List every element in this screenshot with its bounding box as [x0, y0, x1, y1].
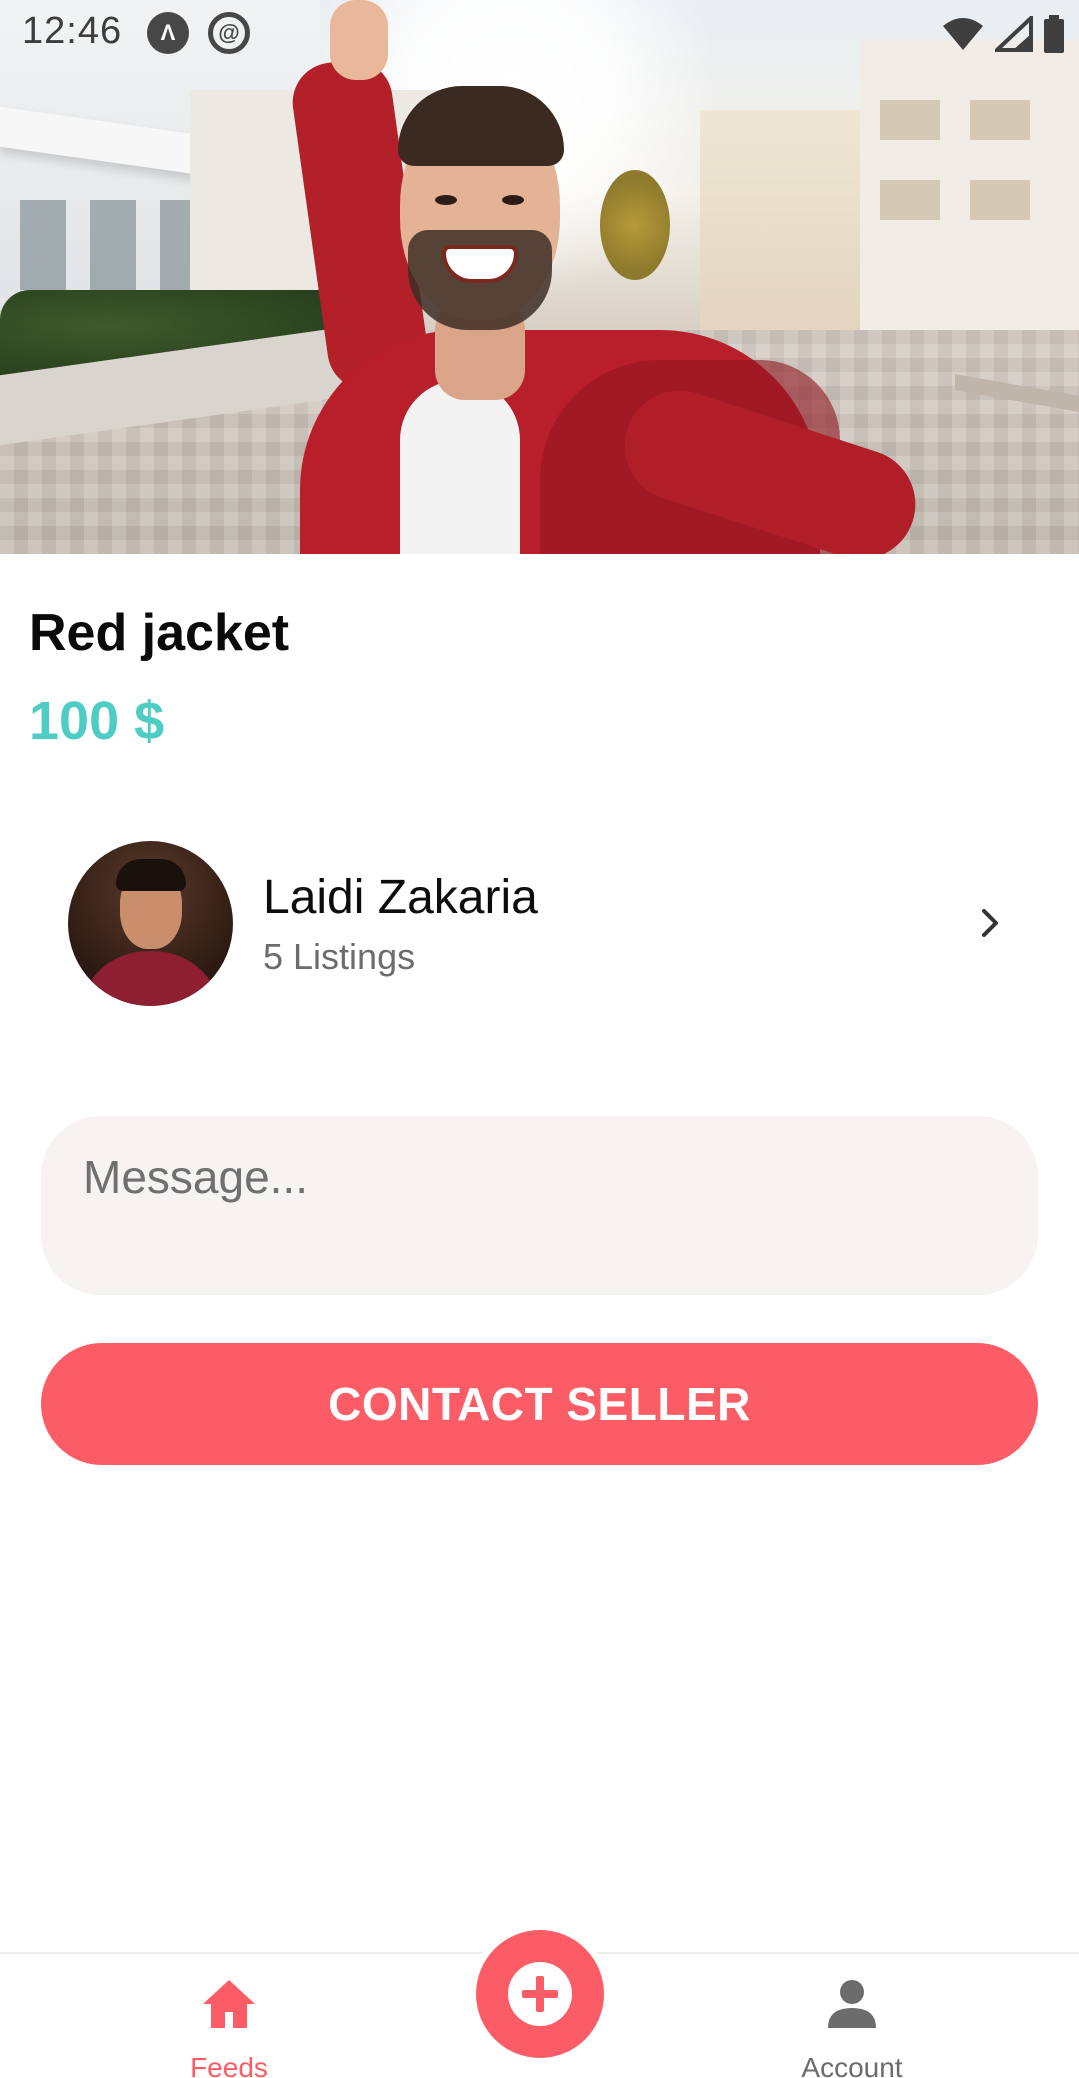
expo-icon: Λ — [147, 12, 189, 54]
signal-icon — [995, 16, 1033, 52]
tab-account[interactable]: Account — [732, 1954, 972, 2078]
wifi-icon — [943, 18, 983, 50]
tab-feeds[interactable]: Feeds — [109, 1954, 349, 2078]
seller-listings-count: 5 Listings — [263, 936, 416, 977]
system-icons — [941, 14, 1065, 54]
listing-price: 100 $ — [29, 691, 165, 751]
person-in-red-jacket — [287, 0, 930, 554]
battery-icon — [1044, 15, 1064, 53]
tab-feeds-label: Feeds — [190, 2052, 268, 2078]
message-input[interactable] — [41, 1116, 1038, 1295]
listing-details-screen: 12:46 Λ @ Red jacket 100 $ Laidi Zakaria — [0, 0, 1079, 2078]
plus-circle-icon — [508, 1962, 572, 2026]
at-sign-icon: @ — [208, 12, 250, 54]
contact-seller-button[interactable]: CONTACT SELLER — [41, 1343, 1038, 1465]
building-far-right — [860, 40, 1079, 330]
tab-account-label: Account — [801, 2052, 903, 2078]
seller-row[interactable]: Laidi Zakaria 5 Listings — [60, 830, 1020, 1015]
status-bar: 12:46 Λ @ — [0, 0, 1079, 66]
listing-title: Red jacket — [29, 604, 290, 662]
seller-name: Laidi Zakaria — [263, 871, 538, 924]
account-icon — [828, 1980, 876, 2028]
chevron-right-icon — [982, 909, 998, 937]
listing-image — [0, 0, 1079, 554]
status-time: 12:46 — [22, 10, 123, 52]
seller-avatar — [68, 841, 233, 1006]
add-listing-button[interactable] — [476, 1930, 604, 2058]
home-icon — [203, 1980, 255, 2028]
